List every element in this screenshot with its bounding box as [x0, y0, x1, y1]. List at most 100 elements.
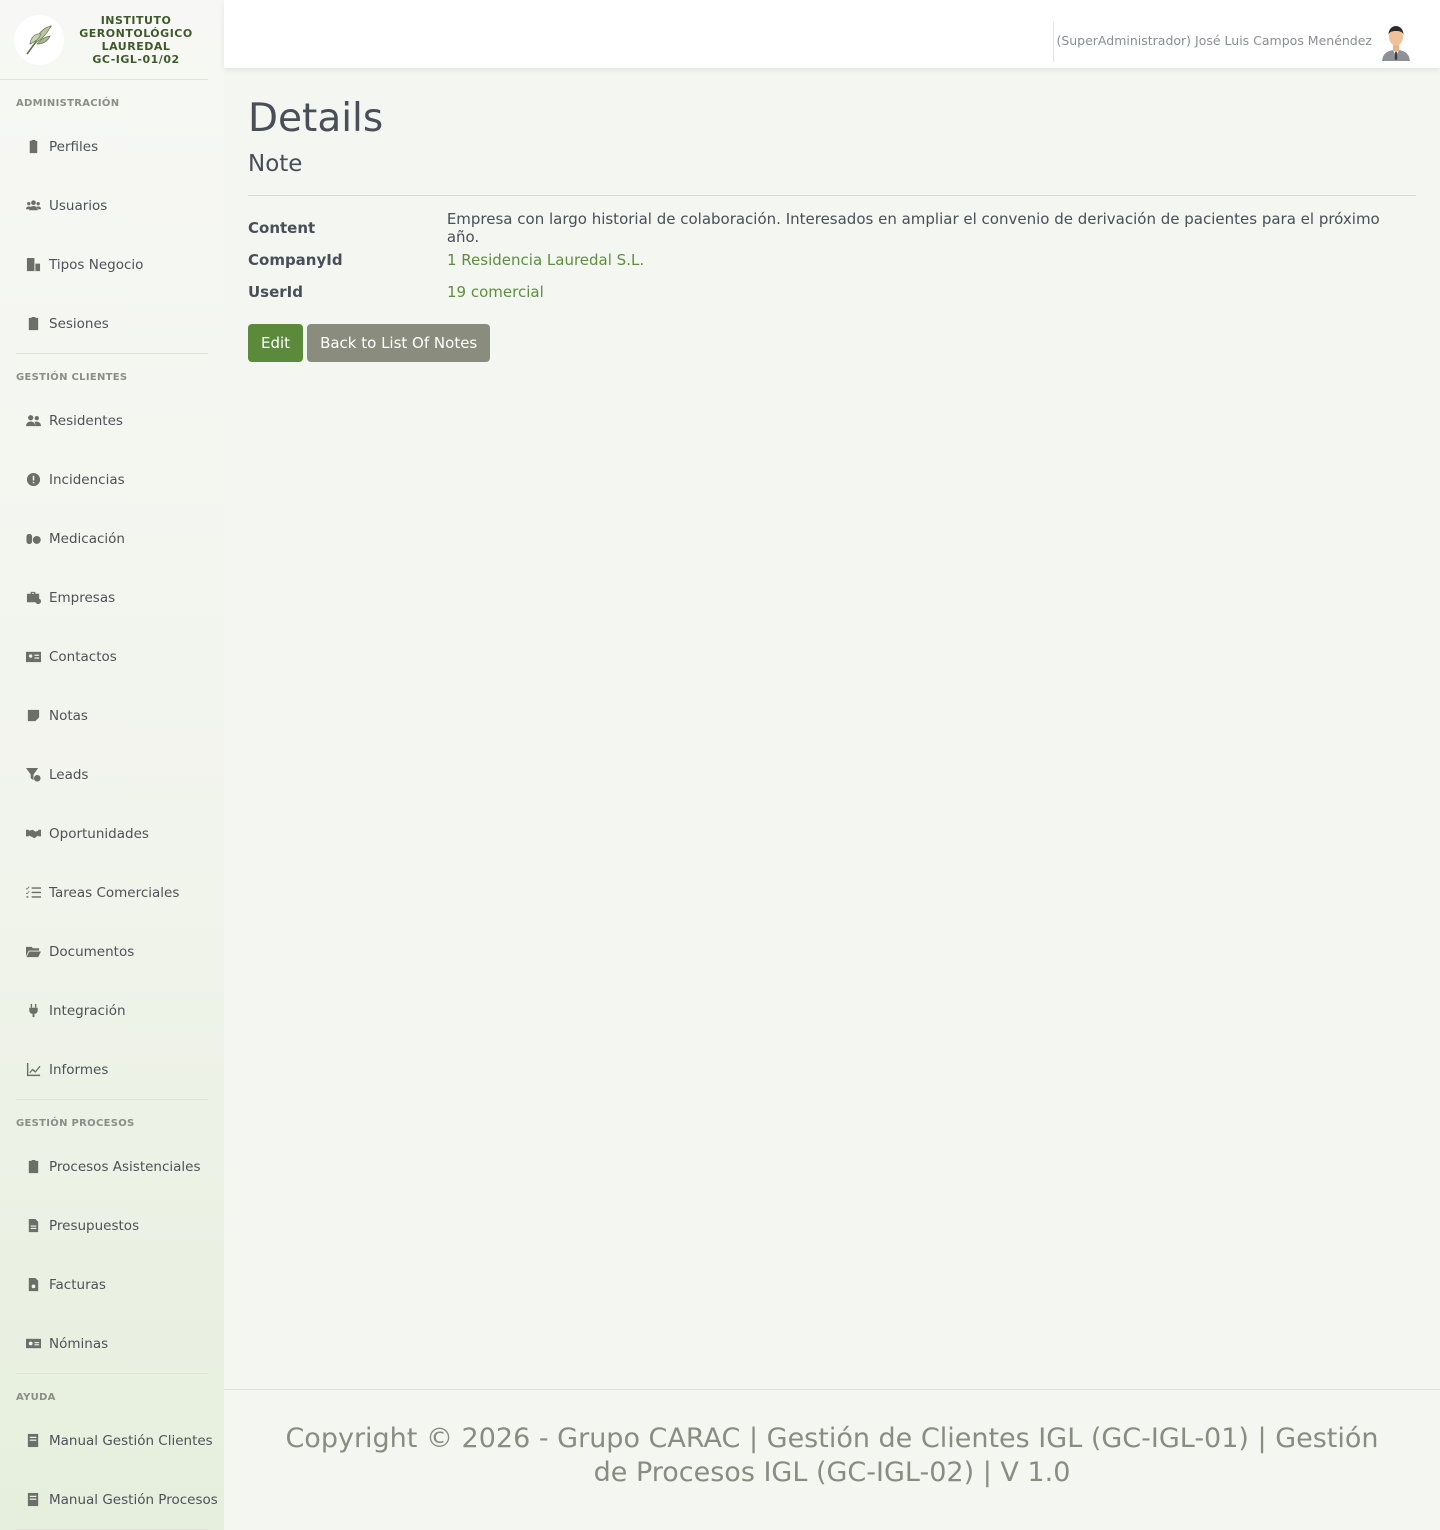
sidebar-item-oportunidades[interactable]: Oportunidades — [0, 804, 224, 863]
brand-line: INSTITUTO — [100, 13, 172, 27]
handshake-icon — [24, 825, 42, 843]
brand-code: GC-IGL-01/02 — [92, 52, 180, 66]
sidebar-item-label: Residentes — [49, 412, 123, 429]
action-buttons: Edit Back to List Of Notes — [248, 324, 1416, 362]
section-title-gestion-procesos: GESTIÓN PROCESOS — [16, 1118, 135, 1129]
brand-name: INSTITUTO GERONTOLÓGICO LAUREDAL GC-IGL-… — [64, 14, 208, 66]
sidebar-item-tareas-comerciales[interactable]: Tareas Comerciales — [0, 863, 224, 922]
brand[interactable]: INSTITUTO GERONTOLÓGICO LAUREDAL GC-IGL-… — [0, 0, 208, 80]
invoice-icon — [24, 1276, 42, 1294]
sidebar-item-label: Sesiones — [49, 315, 109, 332]
sidebar-item-incidencias[interactable]: Incidencias — [0, 450, 224, 509]
detail-row-companyid: CompanyId 1 Residencia Lauredal S.L. — [248, 244, 1416, 276]
details-list: Content Empresa con largo historial de c… — [248, 210, 1416, 308]
money-bill-icon — [24, 1335, 42, 1353]
building-icon — [24, 256, 42, 274]
file-icon — [24, 1217, 42, 1235]
sidebar-item-label: Notas — [49, 707, 88, 724]
detail-label: Content — [248, 219, 316, 237]
sidebar-item-label: Usuarios — [49, 197, 108, 214]
detail-row-userid: UserId 19 comercial — [248, 276, 1416, 308]
sidebar-item-procesos-asistenciales[interactable]: Procesos Asistenciales — [0, 1137, 224, 1196]
sidebar-item-label: Informes — [49, 1061, 109, 1078]
section-title-administracion: ADMINISTRACIÓN — [16, 98, 120, 109]
book-icon — [24, 1432, 42, 1450]
sidebar-item-facturas[interactable]: Facturas — [0, 1255, 224, 1314]
brand-line: GERONTOLÓGICO — [79, 26, 193, 40]
page-subtitle: Note — [248, 151, 303, 177]
sidebar-item-label: Empresas — [49, 589, 116, 606]
sidebar-item-label: Procesos Asistenciales — [49, 1158, 201, 1175]
sidebar-item-label: Contactos — [49, 648, 117, 665]
contact-card-icon — [24, 648, 42, 666]
filter-icon — [24, 766, 42, 784]
sidebar-item-leads[interactable]: Leads — [0, 745, 224, 804]
footer-copyright: Copyright © 2026 - Grupo CARAC | Gestión… — [285, 1423, 1379, 1488]
sidebar-item-label: Tareas Comerciales — [49, 884, 180, 901]
detail-row-content: Content Empresa con largo historial de c… — [248, 210, 1416, 246]
user-name[interactable]: (SuperAdministrador) José Luis Campos Me… — [1056, 33, 1372, 48]
user-link[interactable]: 19 comercial — [447, 283, 544, 301]
detail-value: Empresa con largo historial de colaborac… — [446, 210, 1380, 246]
sidebar-item-nominas[interactable]: Nóminas — [0, 1314, 224, 1373]
company-link[interactable]: 1 Residencia Lauredal S.L. — [447, 251, 644, 269]
clipboard-icon — [24, 1158, 42, 1176]
sidebar-item-label: Manual Gestión Procesos — [49, 1491, 218, 1508]
id-badge-icon — [24, 138, 42, 156]
sidebar-item-label: Presupuestos — [49, 1217, 140, 1234]
sidebar-item-informes[interactable]: Informes — [0, 1040, 224, 1099]
sidebar-item-empresas[interactable]: Empresas — [0, 568, 224, 627]
detail-label: UserId — [248, 283, 303, 301]
page-title: Details — [248, 96, 384, 141]
user-group-icon — [24, 412, 42, 430]
sidebar-item-sesiones[interactable]: Sesiones — [0, 294, 224, 353]
sidebar-item-tipos-negocio[interactable]: Tipos Negocio — [0, 235, 224, 294]
users-icon — [24, 197, 42, 215]
sidebar-item-usuarios[interactable]: Usuarios — [0, 176, 224, 235]
sidebar-item-presupuestos[interactable]: Presupuestos — [0, 1196, 224, 1255]
sidebar: INSTITUTO GERONTOLÓGICO LAUREDAL GC-IGL-… — [0, 0, 224, 1530]
clipboard-icon — [24, 315, 42, 333]
briefcase-icon — [24, 589, 42, 607]
folder-open-icon — [24, 943, 42, 961]
alert-circle-icon — [24, 471, 42, 489]
sidebar-item-label: Nóminas — [49, 1335, 109, 1352]
sidebar-item-notas[interactable]: Notas — [0, 686, 224, 745]
sidebar-item-documentos[interactable]: Documentos — [0, 922, 224, 981]
sidebar-item-contactos[interactable]: Contactos — [0, 627, 224, 686]
detail-label: CompanyId — [248, 251, 343, 269]
sidebar-item-manual-gestion-procesos[interactable]: Manual Gestión Procesos — [0, 1470, 224, 1529]
section-title-gestion-clientes: GESTIÓN CLIENTES — [16, 372, 128, 383]
sidebar-item-perfiles[interactable]: Perfiles — [0, 117, 224, 176]
footer: Copyright © 2026 - Grupo CARAC | Gestión… — [224, 1389, 1440, 1530]
sidebar-item-label: Perfiles — [49, 138, 99, 155]
sidebar-item-integracion[interactable]: Integración — [0, 981, 224, 1040]
main-content: Details Note Content Empresa con largo h… — [248, 95, 1416, 362]
sidebar-item-label: Tipos Negocio — [49, 256, 144, 273]
plug-icon — [24, 1002, 42, 1020]
topbar-divider — [1053, 22, 1054, 62]
sidebar-item-label: Integración — [49, 1002, 126, 1019]
sidebar-item-label: Leads — [49, 766, 89, 783]
leaf-logo-icon — [14, 14, 64, 65]
book-icon — [24, 1491, 42, 1509]
sidebar-item-label: Manual Gestión Clientes — [49, 1432, 213, 1449]
section-divider — [248, 195, 1416, 196]
edit-button[interactable]: Edit — [248, 324, 304, 362]
task-list-icon — [24, 884, 42, 902]
line-chart-icon — [24, 1061, 42, 1079]
sidebar-item-label: Documentos — [49, 943, 135, 960]
pills-icon — [24, 530, 42, 548]
sidebar-item-residentes[interactable]: Residentes — [0, 391, 224, 450]
sidebar-item-label: Facturas — [49, 1276, 106, 1293]
topbar: (SuperAdministrador) José Luis Campos Me… — [224, 0, 1440, 68]
back-to-list-button[interactable]: Back to List Of Notes — [307, 324, 491, 362]
sidebar-item-manual-gestion-clientes[interactable]: Manual Gestión Clientes — [0, 1411, 224, 1470]
brand-line: LAUREDAL — [101, 39, 171, 53]
sidebar-item-label: Medicación — [49, 530, 125, 547]
sidebar-item-label: Oportunidades — [49, 825, 149, 842]
sidebar-item-label: Incidencias — [49, 471, 125, 488]
sidebar-item-medicacion[interactable]: Medicación — [0, 509, 224, 568]
sticky-note-icon — [24, 707, 42, 725]
user-avatar-icon[interactable] — [1378, 23, 1414, 61]
